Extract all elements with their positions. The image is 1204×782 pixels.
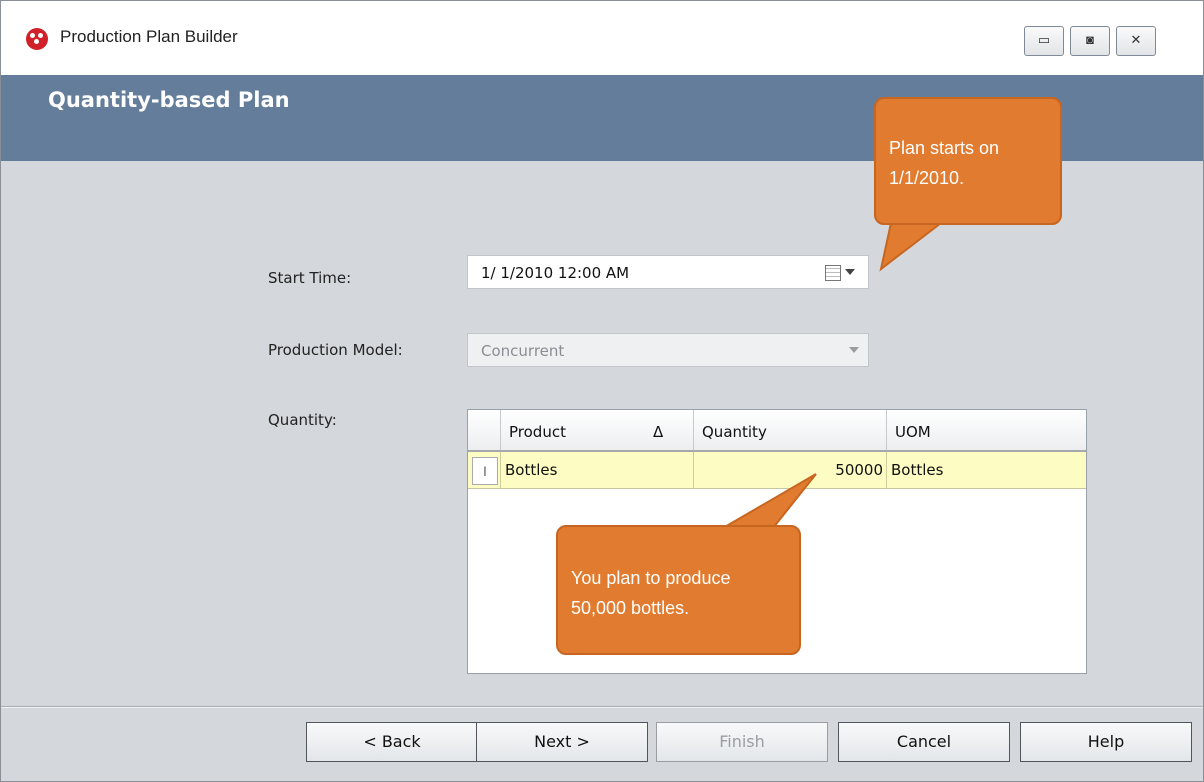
start-callout-line: Plan starts on <box>889 138 1000 158</box>
production-plan-builder-window: Production Plan Builder ▭ ◙ ✕ Quantity-b… <box>0 0 1204 782</box>
back-button[interactable]: < Back <box>306 722 478 762</box>
next-button[interactable]: Next > <box>476 722 648 762</box>
quantity-callout-pointer <box>719 473 817 529</box>
help-button[interactable]: Help <box>1020 722 1192 762</box>
start-callout-line: 1/1/2010. <box>889 168 965 188</box>
start-callout-pointer <box>879 222 944 272</box>
quantity-callout: You plan to produce 50,000 bottles. <box>556 525 801 655</box>
finish-button[interactable]: Finish <box>656 722 828 762</box>
start-callout: Plan starts on 1/1/2010. <box>874 97 1062 225</box>
quantity-callout-line: 50,000 bottles. <box>571 598 690 618</box>
footer-divider-highlight <box>1 707 1203 708</box>
cancel-button[interactable]: Cancel <box>838 722 1010 762</box>
quantity-callout-line: You plan to produce <box>571 568 731 588</box>
